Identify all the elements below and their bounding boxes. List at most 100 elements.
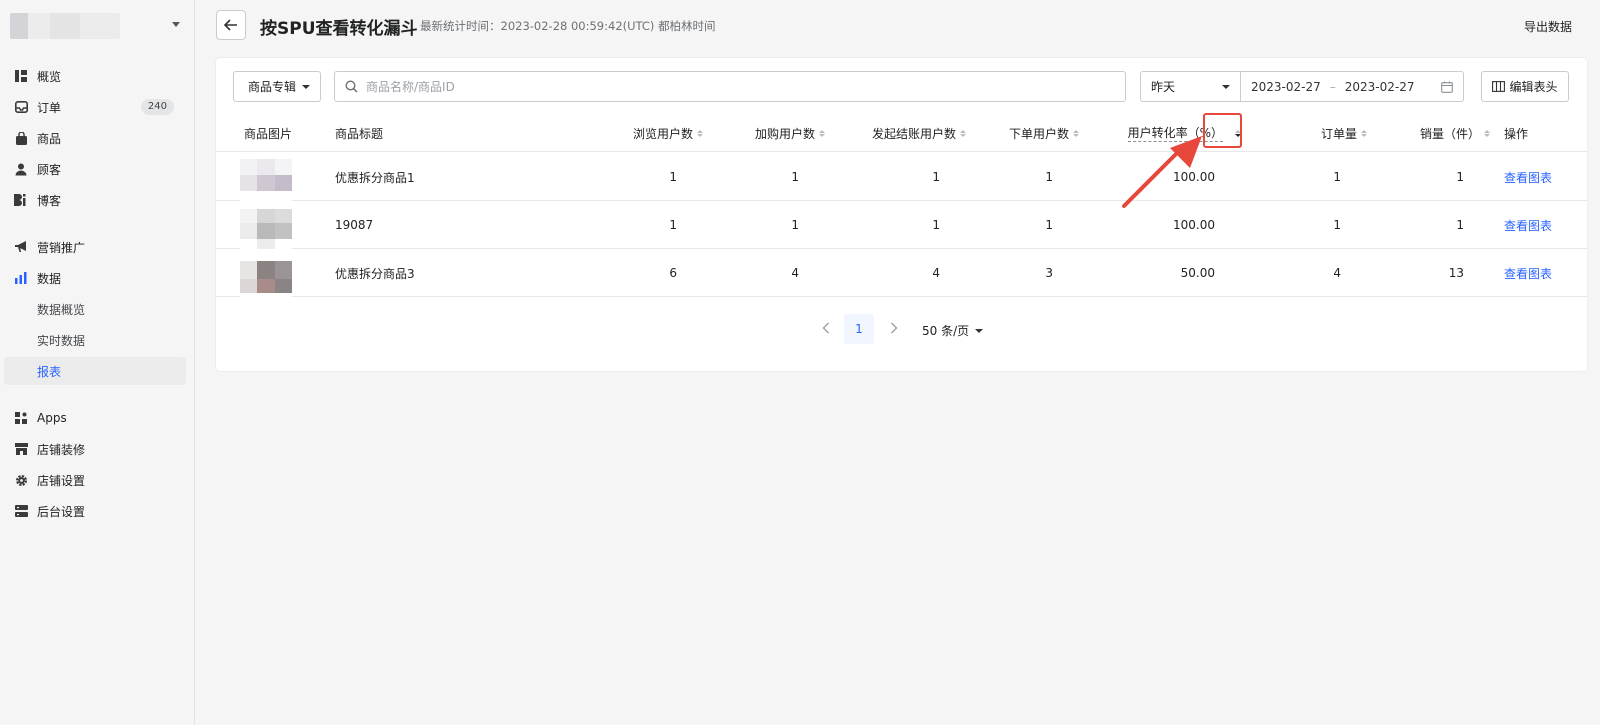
sidebar-item-label: 概览 bbox=[37, 69, 62, 84]
table-row: 优惠拆分商品1 1 1 1 1 100.00 1 1 查看图表 bbox=[216, 153, 1587, 201]
chevron-down-icon bbox=[975, 328, 984, 333]
product-title: 优惠拆分商品3 bbox=[335, 266, 415, 281]
page-title: 按SPU查看转化漏斗 bbox=[260, 19, 418, 39]
annotation-arrow-icon bbox=[1122, 136, 1202, 208]
column-header-checkout[interactable]: 发起结账用户数 bbox=[825, 114, 966, 152]
sidebar-item-label: 订单 bbox=[37, 100, 62, 115]
sidebar-item-apps[interactable]: Apps bbox=[4, 404, 186, 432]
table-row: 优惠拆分商品3 6 4 4 3 50.00 4 13 查看图表 bbox=[216, 249, 1587, 297]
sidebar-item-label: 营销推广 bbox=[37, 240, 86, 255]
product-thumbnail bbox=[240, 249, 292, 297]
page-size-select[interactable]: 50 条/页 bbox=[922, 322, 984, 339]
column-header-action: 操作 bbox=[1504, 126, 1529, 141]
product-thumbnail bbox=[240, 201, 292, 249]
search-icon bbox=[345, 80, 358, 93]
table-row: 19087 1 1 1 1 100.00 1 1 查看图表 bbox=[216, 201, 1587, 249]
table-header: 商品图片 商品标题 浏览用户数 加购用户数 发起结账用户数 下单用户数 用户转化… bbox=[216, 114, 1587, 152]
export-data-button[interactable]: 导出数据 bbox=[1524, 18, 1572, 35]
edit-columns-button[interactable]: 编辑表头 bbox=[1481, 71, 1569, 102]
page-size-label: 50 条/页 bbox=[922, 324, 970, 338]
prev-page-icon[interactable] bbox=[822, 322, 830, 338]
orders-cell: 1 bbox=[1333, 170, 1341, 184]
sales-cell: 1 bbox=[1456, 218, 1464, 232]
column-header-ordered[interactable]: 下单用户数 bbox=[966, 114, 1079, 152]
end-date[interactable]: 2023-02-27 bbox=[1345, 80, 1415, 94]
sales-cell: 1 bbox=[1456, 170, 1464, 184]
column-header-sales[interactable]: 销量（件） bbox=[1367, 114, 1490, 152]
column-header-add-to-cart[interactable]: 加购用户数 bbox=[703, 114, 825, 152]
store-switcher[interactable] bbox=[10, 10, 180, 42]
sidebar-subitem-realtime[interactable]: 实时数据 bbox=[4, 326, 186, 354]
customers-icon bbox=[14, 162, 28, 176]
report-card: 商品专辑 昨天 2023-02-27 – 2023-02-27 编辑表头 商品图… bbox=[216, 58, 1587, 371]
column-header-orders[interactable]: 订单量 bbox=[1241, 114, 1367, 152]
server-icon bbox=[14, 504, 28, 518]
back-button[interactable] bbox=[216, 10, 246, 40]
sidebar-item-overview[interactable]: 概览 bbox=[4, 62, 186, 90]
blog-icon bbox=[14, 193, 28, 207]
sidebar-item-analytics[interactable]: 数据 bbox=[4, 264, 186, 292]
sidebar-item-store-settings[interactable]: 店铺设置 bbox=[4, 466, 186, 494]
sidebar-item-marketing[interactable]: 营销推广 bbox=[4, 233, 186, 261]
column-header-views[interactable]: 浏览用户数 bbox=[556, 114, 703, 152]
sidebar-item-label: 博客 bbox=[37, 193, 62, 208]
sidebar-item-orders[interactable]: 订单 240 bbox=[4, 93, 186, 121]
search-box[interactable] bbox=[334, 71, 1126, 102]
date-separator: – bbox=[1329, 79, 1336, 94]
sidebar-item-store-design[interactable]: 店铺装修 bbox=[4, 435, 186, 463]
sidebar: 概览 订单 240 商品 顾客 博客 营销推广 数据 数据概览 实时数据 报表 … bbox=[0, 0, 195, 725]
sidebar-subitem-reports[interactable]: 报表 bbox=[4, 357, 186, 385]
orders-count-badge: 240 bbox=[140, 99, 174, 115]
sidebar-item-label: 店铺装修 bbox=[37, 442, 86, 457]
date-range-select[interactable]: 昨天 bbox=[1140, 71, 1240, 102]
sidebar-item-customers[interactable]: 顾客 bbox=[4, 155, 186, 183]
product-title: 优惠拆分商品1 bbox=[335, 170, 415, 185]
sidebar-item-products[interactable]: 商品 bbox=[4, 124, 186, 152]
chevron-down-icon bbox=[1222, 85, 1230, 89]
view-chart-link[interactable]: 查看图表 bbox=[1504, 201, 1552, 249]
page-number-button[interactable]: 1 bbox=[844, 314, 874, 344]
column-header-title: 商品标题 bbox=[335, 126, 384, 141]
search-input[interactable] bbox=[366, 79, 1066, 94]
highlight-box bbox=[1203, 113, 1242, 148]
sidebar-item-label: Apps bbox=[37, 411, 67, 425]
sidebar-item-label: 实时数据 bbox=[37, 333, 86, 348]
views-cell: 6 bbox=[669, 266, 677, 280]
sidebar-item-label: 商品 bbox=[37, 131, 62, 146]
sidebar-item-blog[interactable]: 博客 bbox=[4, 186, 186, 214]
sidebar-item-label: 后台设置 bbox=[37, 504, 86, 519]
checkout-cell: 4 bbox=[932, 266, 940, 280]
calendar-icon bbox=[1441, 81, 1453, 93]
view-chart-link[interactable]: 查看图表 bbox=[1504, 153, 1552, 201]
chevron-down-icon bbox=[302, 84, 311, 89]
megaphone-icon bbox=[14, 240, 28, 254]
checkout-cell: 1 bbox=[932, 170, 940, 184]
product-title: 19087 bbox=[335, 218, 374, 232]
checkout-cell: 1 bbox=[932, 218, 940, 232]
product-thumbnail bbox=[240, 153, 292, 201]
sidebar-item-label: 数据 bbox=[37, 271, 62, 286]
date-range-value: 昨天 bbox=[1151, 80, 1176, 94]
sort-icon[interactable] bbox=[1484, 129, 1490, 137]
orders-cell: 1 bbox=[1333, 218, 1341, 232]
column-header-image: 商品图片 bbox=[244, 126, 293, 141]
sidebar-item-admin-settings[interactable]: 后台设置 bbox=[4, 497, 186, 525]
sidebar-item-label: 报表 bbox=[37, 364, 62, 379]
orders-icon bbox=[14, 100, 28, 114]
date-range-picker[interactable]: 2023-02-27 – 2023-02-27 bbox=[1240, 71, 1464, 102]
edit-columns-label: 编辑表头 bbox=[1509, 80, 1558, 94]
products-icon bbox=[14, 131, 28, 145]
add-to-cart-cell: 1 bbox=[791, 170, 799, 184]
sidebar-subitem-data-overview[interactable]: 数据概览 bbox=[4, 295, 186, 323]
sidebar-item-label: 数据概览 bbox=[37, 302, 86, 317]
view-chart-link[interactable]: 查看图表 bbox=[1504, 249, 1552, 297]
sidebar-item-label: 店铺设置 bbox=[37, 473, 86, 488]
orders-cell: 4 bbox=[1333, 266, 1341, 280]
collection-filter-button[interactable]: 商品专辑 bbox=[233, 71, 321, 102]
next-page-icon[interactable] bbox=[890, 322, 898, 338]
add-to-cart-cell: 4 bbox=[791, 266, 799, 280]
apps-icon bbox=[14, 411, 28, 425]
start-date[interactable]: 2023-02-27 bbox=[1251, 80, 1321, 94]
collection-filter-label: 商品专辑 bbox=[248, 80, 297, 94]
sidebar-item-label: 顾客 bbox=[37, 162, 62, 177]
